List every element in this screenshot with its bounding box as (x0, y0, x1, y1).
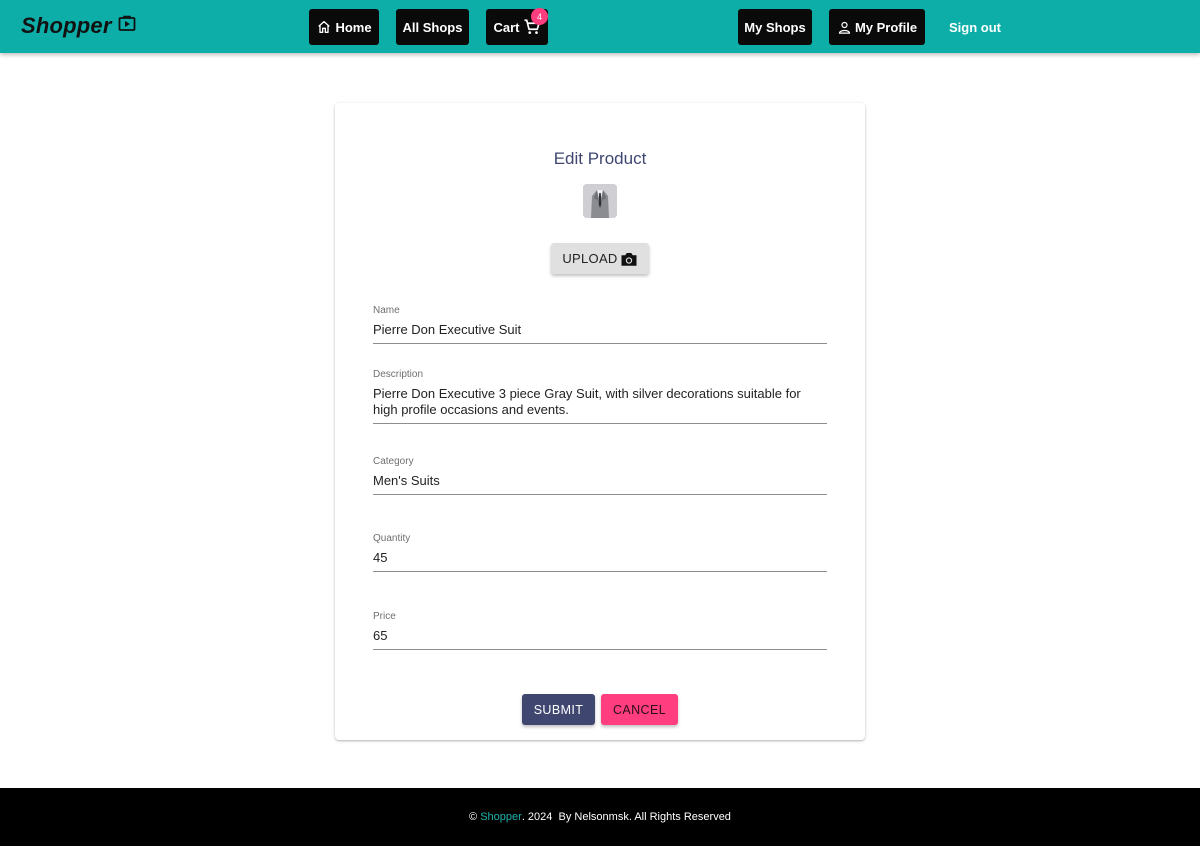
price-label: Price (373, 611, 396, 622)
upload-label: UPLOAD (562, 251, 618, 266)
quantity-field[interactable]: Quantity 45 (373, 533, 827, 572)
nav-home-button[interactable]: Home (309, 9, 379, 45)
nav-my-profile-button[interactable]: My Profile (829, 9, 925, 45)
nav-my-shops-button[interactable]: My Shops (738, 9, 812, 45)
home-icon (316, 19, 332, 35)
name-label: Name (373, 305, 400, 316)
nav-my-shops-label: My Shops (744, 19, 806, 35)
footer-year: . 2024 (521, 811, 553, 823)
name-input[interactable]: Pierre Don Executive Suit (373, 322, 827, 344)
person-icon (837, 20, 852, 35)
submit-button[interactable]: SUBMIT (522, 694, 595, 725)
play-bag-icon (118, 15, 136, 31)
name-field[interactable]: Name Pierre Don Executive Suit (373, 305, 827, 344)
cart-count-badge: 4 (531, 8, 548, 25)
category-input[interactable]: Men's Suits (373, 473, 827, 495)
nav-all-shops-label: All Shops (402, 19, 463, 35)
edit-product-card: Edit Product UPLOAD Name Pierre Don Exec… (335, 103, 865, 740)
category-label: Category (373, 456, 414, 467)
description-field[interactable]: Description Pierre Don Executive 3 piece… (373, 369, 827, 424)
top-app-bar: Shopper Home All Shops Cart 4 My Shops M… (0, 0, 1200, 53)
nav-cart-button[interactable]: Cart 4 (486, 8, 548, 45)
camera-icon (620, 251, 638, 267)
quantity-input[interactable]: 45 (373, 550, 827, 572)
copyright-symbol: © (469, 811, 478, 823)
brand-logo[interactable]: Shopper (21, 13, 136, 39)
nav-home-label: Home (335, 19, 372, 35)
price-field[interactable]: Price 65 (373, 611, 827, 650)
footer-author: By Nelsonmsk. All Rights Reserved (558, 811, 731, 823)
sign-out-button[interactable]: Sign out (942, 9, 1008, 45)
description-input[interactable]: Pierre Don Executive 3 piece Gray Suit, … (373, 386, 827, 424)
description-label: Description (373, 369, 424, 380)
cancel-button[interactable]: CANCEL (601, 694, 678, 725)
footer-brand-link[interactable]: Shopper (480, 811, 522, 823)
nav-my-profile-label: My Profile (854, 19, 918, 35)
page-title: Edit Product (553, 149, 647, 168)
product-image (583, 184, 617, 218)
footer: © Shopper. 2024 By Nelsonmsk. All Rights… (0, 788, 1200, 846)
sign-out-label: Sign out (949, 19, 1001, 35)
category-field[interactable]: Category Men's Suits (373, 456, 827, 495)
brand-name: Shopper (21, 13, 112, 38)
nav-all-shops-button[interactable]: All Shops (396, 9, 469, 45)
price-input[interactable]: 65 (373, 628, 827, 650)
nav-cart-label: Cart (493, 19, 520, 35)
upload-image-button[interactable]: UPLOAD (551, 243, 649, 274)
quantity-label: Quantity (373, 533, 411, 544)
